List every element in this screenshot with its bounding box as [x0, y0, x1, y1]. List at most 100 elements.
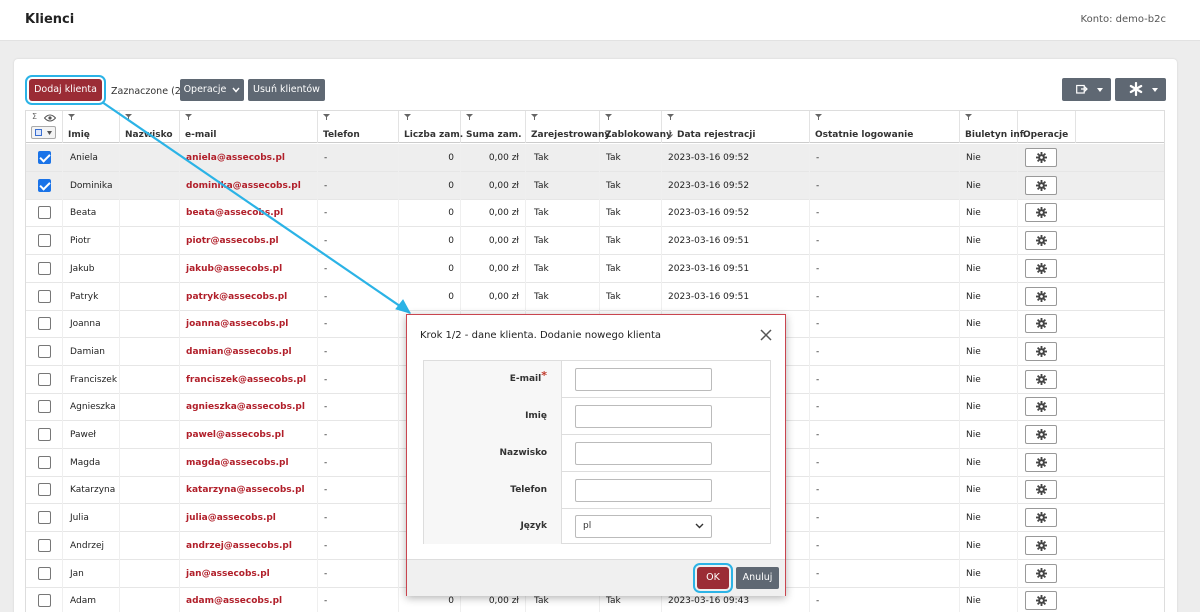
settings-dropdown-button[interactable] [1115, 78, 1166, 101]
cell-email[interactable]: julia@assecobs.pl [180, 504, 318, 533]
header-last-login[interactable]: Ostatnie logowanie [810, 111, 960, 143]
table-row[interactable]: Beata beata@assecobs.pl -0 0,00 zł Tak Tak 202… [26, 199, 1164, 228]
cell-email[interactable]: piotr@assecobs.pl [180, 227, 318, 256]
email-link[interactable]: beata@assecobs.pl [186, 208, 283, 218]
row-checkbox[interactable] [38, 372, 51, 386]
row-checkbox[interactable] [38, 261, 51, 275]
row-checkbox[interactable] [38, 483, 51, 497]
email-link[interactable]: patryk@assecobs.pl [186, 292, 287, 302]
row-checkbox[interactable] [38, 206, 51, 220]
table-row[interactable]: Piotr piotr@assecobs.pl -0 0,00 zł Tak Tak 202… [26, 227, 1164, 256]
row-settings-button[interactable] [1025, 341, 1057, 361]
email-link[interactable]: dominika@assecobs.pl [186, 181, 301, 191]
filter-icon[interactable] [323, 114, 330, 120]
email-link[interactable]: pawel@assecobs.pl [186, 430, 284, 440]
email-link[interactable]: franciszek@assecobs.pl [186, 375, 306, 385]
filter-icon[interactable] [185, 114, 192, 120]
close-icon[interactable] [759, 328, 773, 342]
header-email[interactable]: e-mail [180, 111, 318, 143]
cell-email[interactable]: katarzyna@assecobs.pl [180, 476, 318, 505]
cell-email[interactable]: dominika@assecobs.pl [180, 171, 318, 200]
row-settings-button[interactable] [1025, 452, 1057, 472]
filter-icon[interactable] [531, 114, 538, 120]
row-checkbox[interactable] [38, 151, 51, 164]
row-checkbox[interactable] [38, 178, 51, 192]
row-checkbox[interactable] [38, 538, 51, 552]
header-registration-date[interactable]: Data rejestracji [662, 111, 810, 143]
phone-field[interactable] [575, 479, 712, 502]
ok-button[interactable]: OK [693, 563, 733, 593]
row-settings-button[interactable] [1025, 314, 1057, 334]
filter-icon[interactable] [965, 114, 972, 120]
delete-clients-button[interactable]: Usuń klientów [248, 79, 325, 101]
row-settings-button[interactable] [1025, 203, 1057, 223]
row-checkbox[interactable] [38, 594, 51, 608]
email-link[interactable]: piotr@assecobs.pl [186, 236, 279, 246]
cell-email[interactable]: andrzej@assecobs.pl [180, 531, 318, 560]
row-checkbox[interactable] [38, 455, 51, 469]
email-link[interactable]: jakub@assecobs.pl [186, 264, 282, 274]
row-settings-button[interactable] [1025, 480, 1057, 500]
row-settings-button[interactable] [1025, 563, 1057, 583]
row-checkbox[interactable] [38, 344, 51, 358]
eye-icon[interactable] [44, 114, 56, 122]
cancel-button[interactable]: Anuluj [736, 567, 779, 589]
row-settings-button[interactable] [1025, 591, 1057, 611]
row-settings-button[interactable] [1025, 175, 1057, 195]
header-last-name[interactable]: Nazwisko [120, 111, 180, 143]
cell-email[interactable]: beata@assecobs.pl [180, 199, 318, 228]
row-checkbox[interactable] [38, 317, 51, 331]
filter-icon[interactable] [404, 114, 411, 120]
email-link[interactable]: agnieszka@assecobs.pl [186, 402, 305, 412]
cell-email[interactable]: joanna@assecobs.pl [180, 310, 318, 339]
table-row[interactable]: Aniela aniela@assecobs.pl -0 0,00 zł Tak Tak 2… [26, 144, 1164, 172]
email-link[interactable]: jan@assecobs.pl [186, 569, 270, 579]
last-name-field[interactable] [575, 442, 712, 465]
filter-icon[interactable] [667, 114, 674, 120]
first-name-field[interactable] [575, 405, 712, 428]
filter-icon[interactable] [815, 114, 822, 120]
row-settings-button[interactable] [1025, 425, 1057, 444]
table-row[interactable]: Patryk patryk@assecobs.pl -0 0,00 zł Tak Tak 2… [26, 282, 1164, 311]
cell-email[interactable]: pawel@assecobs.pl [180, 421, 318, 449]
cell-email[interactable]: damian@assecobs.pl [180, 337, 318, 366]
select-all-dropdown[interactable] [31, 126, 56, 139]
filter-icon[interactable] [125, 114, 132, 120]
table-row[interactable]: Jakub jakub@assecobs.pl -0 0,00 zł Tak Tak 202… [26, 254, 1164, 283]
export-dropdown-button[interactable] [1062, 78, 1111, 101]
row-checkbox[interactable] [38, 511, 51, 525]
email-link[interactable]: adam@assecobs.pl [186, 596, 282, 606]
filter-icon[interactable] [68, 114, 75, 120]
cell-email[interactable]: adam@assecobs.pl [180, 587, 318, 612]
row-settings-button[interactable] [1025, 258, 1057, 278]
header-blocked[interactable]: Zablokowany [600, 111, 672, 143]
filter-icon[interactable] [605, 114, 612, 120]
sort-desc-icon[interactable] [667, 130, 673, 138]
add-client-button[interactable]: Dodaj klienta [25, 75, 106, 105]
operations-dropdown-button[interactable]: Operacje [180, 79, 244, 101]
email-field[interactable] [575, 368, 712, 391]
email-link[interactable]: magda@assecobs.pl [186, 458, 289, 468]
row-settings-button[interactable] [1025, 508, 1057, 528]
cell-email[interactable]: franciszek@assecobs.pl [180, 365, 318, 394]
row-checkbox[interactable] [38, 566, 51, 580]
email-link[interactable]: aniela@assecobs.pl [186, 153, 285, 163]
row-checkbox[interactable] [38, 400, 51, 414]
row-checkbox[interactable] [38, 234, 51, 248]
header-registered[interactable]: Zarejestrowany [526, 111, 610, 143]
email-link[interactable]: andrzej@assecobs.pl [186, 541, 292, 551]
email-link[interactable]: joanna@assecobs.pl [186, 319, 288, 329]
header-phone[interactable]: Telefon [318, 111, 399, 143]
header-orders-count[interactable]: Liczba zam. [399, 111, 463, 143]
cell-email[interactable]: agnieszka@assecobs.pl [180, 393, 318, 422]
cell-email[interactable]: magda@assecobs.pl [180, 448, 318, 477]
language-select[interactable]: pl [575, 515, 712, 538]
email-link[interactable]: damian@assecobs.pl [186, 347, 292, 357]
filter-icon[interactable] [466, 114, 473, 120]
cell-email[interactable]: jakub@assecobs.pl [180, 254, 318, 283]
row-settings-button[interactable] [1025, 286, 1057, 306]
row-settings-button[interactable] [1025, 369, 1057, 389]
row-settings-button[interactable] [1025, 535, 1057, 555]
row-settings-button[interactable] [1025, 148, 1057, 167]
row-settings-button[interactable] [1025, 231, 1057, 251]
